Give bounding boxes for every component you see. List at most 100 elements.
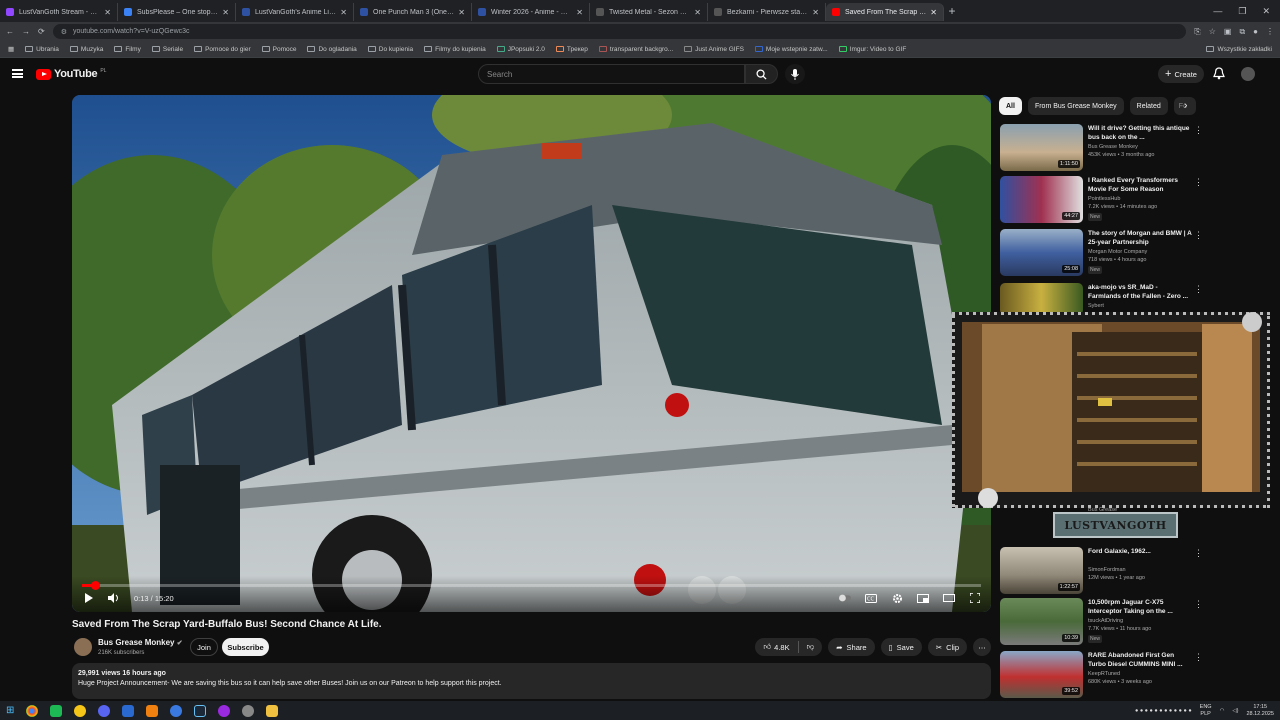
- url-field[interactable]: ⚙ youtube.com/watch?v=V-uzQGewc3c: [52, 24, 1187, 39]
- forward-icon[interactable]: →: [22, 27, 30, 36]
- close-window-icon[interactable]: ✕: [1262, 6, 1270, 17]
- search-input[interactable]: Search: [478, 64, 745, 84]
- tray-icons[interactable]: ● ● ● ● ● ● ● ● ● ● ● ●: [1135, 708, 1192, 714]
- bookmark-item[interactable]: Muzyka: [69, 46, 103, 53]
- dislike-button[interactable]: 👎︎: [807, 642, 815, 652]
- theater-mode-icon[interactable]: [943, 593, 955, 603]
- app-taskbar-icon[interactable]: [50, 704, 63, 717]
- more-options-icon[interactable]: ⋮: [1194, 599, 1203, 610]
- input-language[interactable]: ENG PLP: [1200, 704, 1212, 718]
- progress-bar[interactable]: [82, 581, 981, 590]
- bookmark-item[interactable]: Filmy do kupienia: [424, 46, 486, 53]
- app-taskbar-icon[interactable]: [218, 704, 231, 717]
- file-explorer-taskbar-icon[interactable]: [266, 704, 279, 717]
- subtitles-icon[interactable]: CC: [865, 593, 877, 603]
- bookmark-item[interactable]: Трекер: [555, 46, 588, 53]
- recommendation-item[interactable]: 44:27 I Ranked Every Transformers Movie …: [1000, 176, 1203, 226]
- back-icon[interactable]: ←: [6, 27, 14, 36]
- more-options-icon[interactable]: ⋮: [1194, 177, 1203, 188]
- profile-icon[interactable]: ●: [1253, 27, 1258, 36]
- bookmark-item[interactable]: JPopsuki 2.0: [496, 46, 545, 53]
- maximize-icon[interactable]: ❐: [1238, 6, 1246, 17]
- description-box[interactable]: 29,991 views 16 hours ago Huge Project A…: [72, 663, 991, 699]
- tab-3[interactable]: One Punch Man 3 (One-Punch✕: [354, 3, 472, 21]
- new-tab-button[interactable]: +: [944, 4, 960, 18]
- close-tab-icon[interactable]: ✕: [694, 8, 701, 17]
- play-icon[interactable]: [82, 593, 94, 603]
- menu-icon[interactable]: [12, 69, 23, 78]
- more-options-icon[interactable]: ⋮: [1194, 230, 1203, 241]
- chip-all[interactable]: All: [999, 97, 1022, 115]
- bookmark-item[interactable]: Pomoce: [261, 46, 296, 53]
- more-options-icon[interactable]: ⋮: [1194, 125, 1203, 136]
- tab-2[interactable]: LustVanGoth's Anime List - My✕: [236, 3, 354, 21]
- app-taskbar-icon[interactable]: [74, 704, 87, 717]
- bookmark-item[interactable]: Seriale: [151, 46, 183, 53]
- clock[interactable]: 17:15 28.12.2025: [1246, 704, 1274, 718]
- bookmark-item[interactable]: transparent backgro...: [598, 46, 673, 53]
- extension-icon[interactable]: ▣: [1224, 27, 1232, 36]
- menu-dots-icon[interactable]: ⋮: [1266, 27, 1274, 36]
- windows-start-icon[interactable]: ⊞: [6, 705, 14, 716]
- recommendation-item[interactable]: 25:08 The story of Morgan and BMW | A 25…: [1000, 229, 1203, 279]
- video-thumbnail[interactable]: [1000, 283, 1083, 315]
- video-thumbnail[interactable]: 10:39: [1000, 598, 1083, 645]
- video-thumbnail[interactable]: 44:27: [1000, 176, 1083, 223]
- share-button[interactable]: ➦ Share: [828, 638, 875, 656]
- bookmark-item[interactable]: Do ogladania: [307, 46, 357, 53]
- bookmark-item[interactable]: Do kupienia: [367, 46, 413, 53]
- recommendation-item[interactable]: 39:52 RARE Abandoned First Gen Turbo Die…: [1000, 651, 1203, 701]
- video-thumbnail[interactable]: 1:22:57: [1000, 547, 1083, 594]
- volume-icon[interactable]: [108, 593, 120, 603]
- site-info-icon[interactable]: ⚙: [61, 28, 67, 36]
- close-tab-icon[interactable]: ✕: [104, 8, 111, 17]
- like-button[interactable]: 👍︎ 4.8K: [763, 642, 789, 652]
- account-avatar[interactable]: [1241, 67, 1255, 81]
- recommendation-item[interactable]: 1:22:57 Ford Galaxie, 1962... SimonFordm…: [1000, 547, 1203, 597]
- autoplay-toggle-icon[interactable]: [839, 593, 851, 603]
- app-taskbar-icon[interactable]: [170, 704, 183, 717]
- close-tab-icon[interactable]: ✕: [222, 8, 229, 17]
- vlc-taskbar-icon[interactable]: [146, 704, 159, 717]
- bookmark-item[interactable]: Moje wstepnie zatw...: [754, 46, 828, 53]
- video-player[interactable]: 0:13 / 15:20 CC: [72, 95, 991, 612]
- app-taskbar-icon[interactable]: [122, 704, 135, 717]
- all-bookmarks-item[interactable]: Wszystkie zakładki: [1206, 46, 1272, 53]
- fullscreen-icon[interactable]: [969, 593, 981, 603]
- tab-6[interactable]: Bezkarni - Pierwsze starcie / Th✕: [708, 3, 826, 21]
- steam-taskbar-icon[interactable]: [194, 704, 207, 717]
- tab-5[interactable]: Twisted Metal - Sezon 1 Odcin✕: [590, 3, 708, 21]
- close-tab-icon[interactable]: ✕: [930, 8, 937, 17]
- channel-name[interactable]: Bus Grease Monkey ✔: [98, 638, 183, 647]
- tab-4[interactable]: Winter 2026 - Anime - MyAnim✕: [472, 3, 590, 21]
- apps-icon[interactable]: ▦: [8, 45, 14, 53]
- tab-7-active[interactable]: Saved From The Scrap Yard-Bu✕: [826, 3, 944, 21]
- bookmark-item[interactable]: Ubrania: [25, 46, 59, 53]
- create-button[interactable]: + Create: [1158, 65, 1204, 83]
- subscribe-button[interactable]: Subscribe: [222, 638, 269, 656]
- settings-gear-icon[interactable]: [891, 593, 903, 603]
- more-options-icon[interactable]: ⋮: [1194, 548, 1203, 559]
- chrome-taskbar-icon[interactable]: [26, 704, 39, 717]
- reload-icon[interactable]: ⟳: [38, 27, 45, 36]
- voice-search-button[interactable]: [785, 64, 805, 84]
- more-options-icon[interactable]: ⋮: [1194, 652, 1203, 663]
- bookmark-item[interactable]: Just Anime GIFS: [684, 46, 744, 53]
- app-taskbar-icon[interactable]: [242, 704, 255, 717]
- bookmark-item[interactable]: Filmy: [114, 46, 141, 53]
- progress-scrubber[interactable]: [90, 581, 100, 590]
- recommendation-item[interactable]: aka-mojo vs SR_MaD - Farmlands of the Fa…: [1000, 283, 1203, 315]
- chevron-right-icon[interactable]: ›: [1184, 100, 1187, 111]
- bookmark-star-icon[interactable]: ☆: [1209, 27, 1216, 36]
- discord-taskbar-icon[interactable]: [98, 704, 111, 717]
- chip-from-channel[interactable]: From Bus Grease Monkey: [1027, 97, 1124, 115]
- search-button[interactable]: [745, 64, 778, 84]
- video-thumbnail[interactable]: 39:52: [1000, 651, 1083, 698]
- extensions-icon[interactable]: ⧉: [1239, 27, 1245, 37]
- chip-related[interactable]: Related: [1129, 97, 1168, 115]
- clip-button[interactable]: ✂ Clip: [927, 638, 967, 656]
- minimize-icon[interactable]: —: [1213, 6, 1222, 17]
- tab-0[interactable]: LustVanGoth Stream - Watch L✕: [0, 3, 118, 21]
- tab-1[interactable]: SubsPlease – One stop shop fo✕: [118, 3, 236, 21]
- bookmark-item[interactable]: Imgur: Video to GIF: [838, 46, 906, 53]
